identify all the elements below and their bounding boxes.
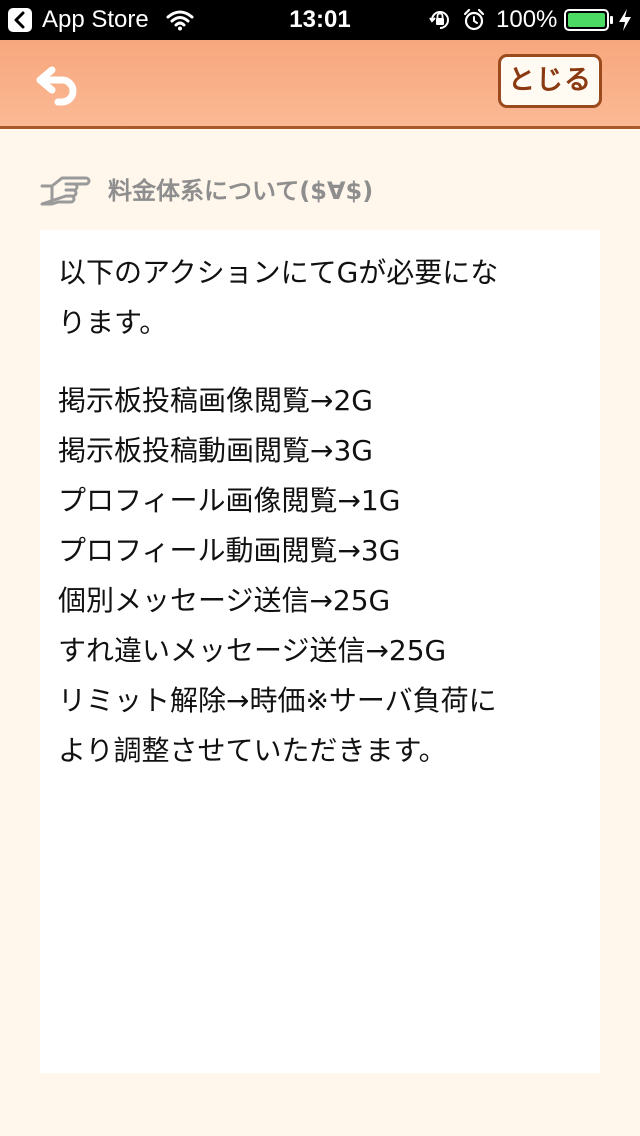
pricing-item: すれ違いメッセージ送信→25G: [58, 634, 447, 667]
pricing-item: 掲示板投稿動画閲覧→3G: [58, 434, 373, 467]
intro-line: 以下のアクションにてGが必要にな: [58, 256, 499, 289]
pricing-item: 掲示板投稿画像閲覧→2G: [58, 384, 373, 417]
status-bar: App Store 13:01 100%: [0, 0, 640, 40]
pricing-item: プロフィール動画閲覧→3G: [58, 534, 401, 567]
pointing-hand-icon: [36, 166, 92, 220]
pricing-item: 個別メッセージ送信→25G: [58, 584, 391, 617]
battery-percent: 100%: [496, 6, 558, 33]
close-button[interactable]: とじる: [498, 54, 602, 108]
intro-line: ります。: [58, 306, 168, 339]
charging-bolt-icon: [617, 8, 633, 37]
undo-arrow-icon: [36, 66, 77, 106]
content-text: 以下のアクションにてGが必要にな ります。 掲示板投稿画像閲覧→2G 掲示板投稿…: [58, 248, 588, 776]
nav-bar: とじる: [0, 40, 640, 129]
rotation-lock-icon: [428, 8, 452, 37]
pricing-item: プロフィール画像閲覧→1G: [58, 484, 401, 517]
section-title: 料金体系について($∀$): [108, 177, 374, 205]
pricing-item: より調整させていただきます。: [58, 734, 447, 767]
alarm-icon: [462, 8, 486, 37]
content-box: 以下のアクションにてGが必要にな ります。 掲示板投稿画像閲覧→2G 掲示板投稿…: [40, 230, 600, 1073]
pricing-item: リミット解除→時価※サーバ負荷に: [58, 684, 497, 717]
undo-button[interactable]: [30, 58, 90, 108]
battery-icon: [564, 9, 614, 36]
